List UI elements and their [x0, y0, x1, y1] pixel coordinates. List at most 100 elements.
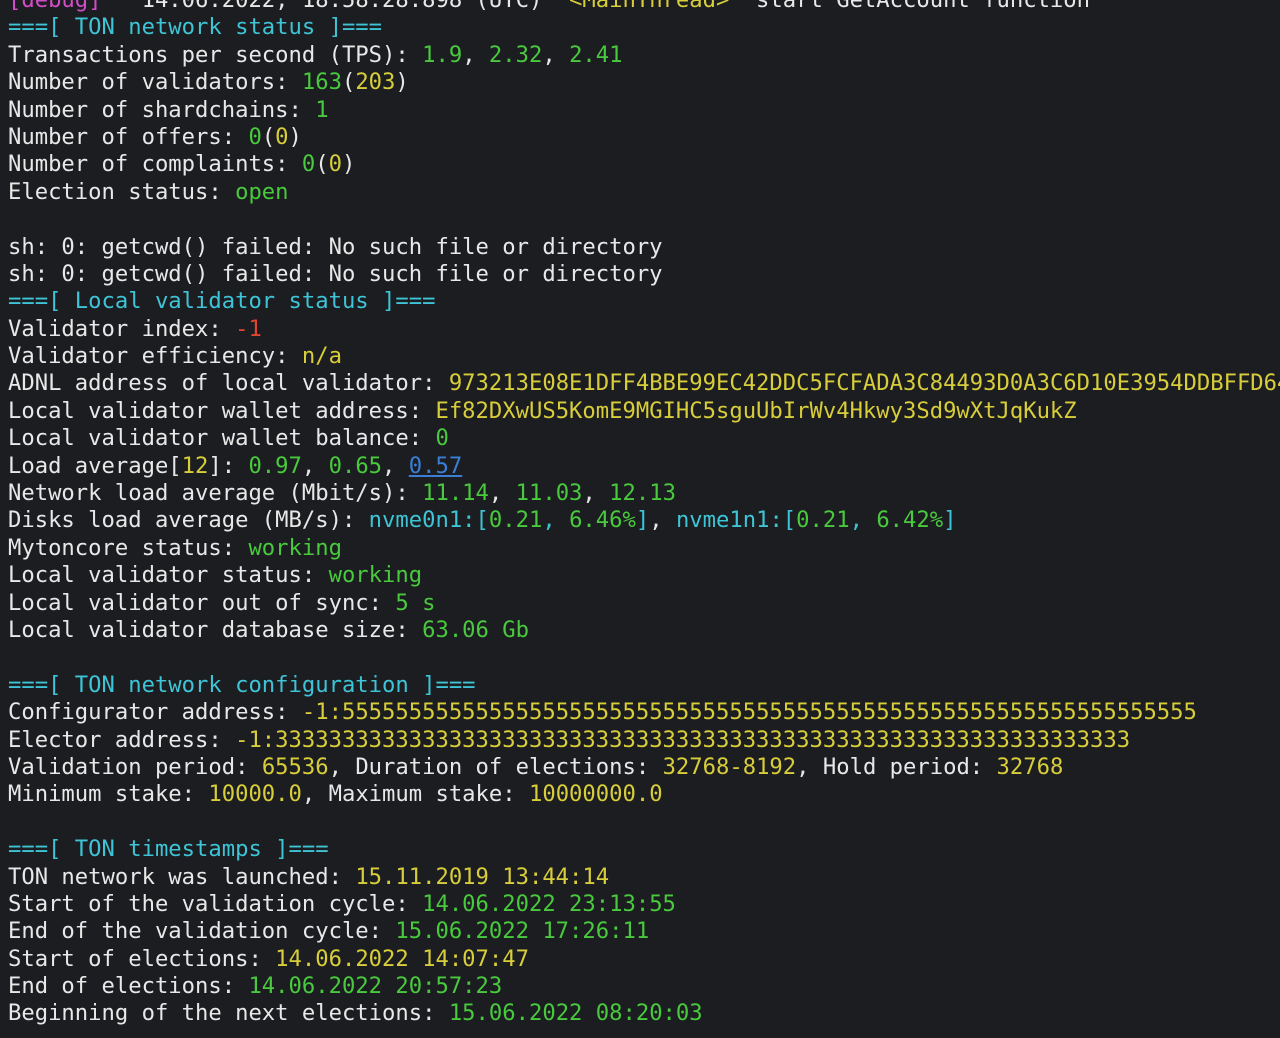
terminal-line: ===[ TON network status ]===	[8, 14, 1280, 41]
terminal-line: Local validator wallet balance: 0	[8, 425, 1280, 452]
terminal-line: Local validator wallet address: Ef82DXwU…	[8, 398, 1280, 425]
terminal-line: Load average[12]: 0.97, 0.65, 0.57	[8, 453, 1280, 480]
terminal-text: 5 s	[395, 589, 436, 616]
terminal-line: Number of shardchains: 1	[8, 97, 1280, 124]
terminal-text: -1:3333333333333333333333333333333333333…	[235, 726, 1131, 753]
terminal-text: Local validator out of sync:	[8, 589, 396, 616]
terminal-line: End of the validation cycle: 15.06.2022 …	[8, 918, 1280, 945]
terminal-text: End of the validation cycle:	[8, 918, 396, 945]
terminal-text: (	[261, 123, 276, 150]
terminal-text: 2.41	[569, 41, 623, 68]
terminal-line: [debug] 14.06.2022, 18:58:28.898 (UTC) <…	[8, 0, 1280, 14]
terminal-text: Local validator wallet address:	[8, 397, 436, 424]
terminal-line: ===[ TON timestamps ]===	[8, 836, 1280, 863]
terminal-text: -1	[235, 315, 262, 342]
terminal-text: Election status:	[8, 178, 236, 205]
terminal-text: nvme1n1:[	[675, 507, 797, 534]
terminal-text: 15.06.2022 17:26:11	[395, 918, 650, 945]
terminal-text: ===[ TON timestamps ]===	[8, 836, 329, 863]
terminal-text: 0.97	[248, 452, 302, 479]
terminal-text: [debug]	[8, 0, 102, 13]
terminal-text: working	[248, 534, 342, 561]
terminal-line: ===[ TON network configuration ]===	[8, 672, 1280, 699]
terminal-text: n/a	[301, 343, 342, 370]
terminal-output: [debug] 14.06.2022, 18:58:28.898 (UTC) <…	[8, 0, 1280, 1028]
terminal-text: Validation period:	[8, 753, 262, 780]
terminal-text: )	[341, 151, 356, 178]
terminal-text: 15.11.2019 13:44:14	[355, 863, 610, 890]
terminal-text: Validator index:	[8, 315, 236, 342]
terminal-text: 1	[315, 96, 329, 123]
terminal-text[interactable]: 0.57	[409, 453, 462, 479]
terminal-line: Number of validators: 163(203)	[8, 69, 1280, 96]
terminal-text: Load average[	[8, 452, 182, 479]
terminal-text: 0.21	[796, 507, 850, 534]
terminal-text: 973213E08E1DFF4BBE99EC42DDC5FCFADA3C8449…	[448, 370, 1280, 397]
terminal-text: ,	[649, 507, 676, 534]
terminal-text: <MainThread>	[569, 0, 730, 13]
terminal-text: open	[235, 178, 289, 205]
terminal-line: Elector address: -1:33333333333333333333…	[8, 727, 1280, 754]
terminal-text: Start of elections:	[8, 945, 276, 972]
terminal-text: ,	[382, 452, 409, 479]
terminal-text: 11.03	[515, 480, 583, 507]
terminal-text: 10000000.0	[528, 781, 663, 808]
terminal-text: -1:5555555555555555555555555555555555555…	[301, 699, 1197, 726]
terminal-line: ADNL address of local validator: 973213E…	[8, 370, 1280, 397]
terminal-line: Election status: open	[8, 179, 1280, 206]
terminal-text: , Maximum stake:	[301, 781, 529, 808]
terminal-text: 14.06.2022 14:07:47	[275, 945, 529, 972]
terminal-text: 14.06.2022, 18:58:28.898 (UTC)	[101, 0, 570, 13]
terminal-line: TON network was launched: 15.11.2019 13:…	[8, 864, 1280, 891]
terminal-text: Network load average (Mbit/s):	[8, 480, 423, 507]
terminal-line: ===[ Local validator status ]===	[8, 288, 1280, 315]
terminal-text: 0.65	[328, 452, 383, 479]
terminal-line: Mytoncore status: working	[8, 535, 1280, 562]
terminal-text: 0	[275, 123, 289, 150]
terminal-text: working	[328, 562, 423, 589]
terminal-text: Number of validators:	[8, 69, 302, 96]
terminal-text: , Hold period:	[796, 753, 997, 780]
terminal-text: 12.13	[609, 480, 676, 507]
terminal-text: sh: 0: getcwd() failed: No such file or …	[8, 260, 663, 287]
terminal-line: Validator index: -1	[8, 316, 1280, 343]
terminal-text: Number of complaints:	[8, 151, 302, 178]
terminal-text: 203	[355, 69, 396, 96]
terminal-text: Beginning of the next elections:	[8, 1000, 449, 1027]
terminal-line: Network load average (Mbit/s): 11.14, 11…	[8, 480, 1280, 507]
terminal-text: 0	[435, 425, 449, 452]
terminal-text: ,	[542, 507, 570, 534]
terminal-text: Number of shardchains:	[8, 96, 316, 123]
terminal-text: , Duration of elections:	[328, 753, 663, 780]
terminal-text: 2.32	[488, 41, 543, 68]
terminal-text: 1.9	[422, 41, 463, 68]
terminal-text: 12	[181, 452, 209, 479]
terminal-line: Start of the validation cycle: 14.06.202…	[8, 891, 1280, 918]
terminal-text: 11.14	[422, 480, 489, 507]
terminal-line: Disks load average (MB/s): nvme0n1:[0.21…	[8, 507, 1280, 534]
terminal-text: ,	[488, 480, 516, 507]
terminal-text: End of elections:	[8, 973, 249, 1000]
terminal-text: Configurator address:	[8, 699, 302, 726]
terminal-text: )	[288, 123, 302, 150]
terminal-text: )	[395, 69, 409, 96]
terminal-line: sh: 0: getcwd() failed: No such file or …	[8, 261, 1280, 288]
terminal-text: nvme0n1:[	[368, 507, 489, 534]
terminal-text: ,	[582, 480, 610, 507]
terminal-line: End of elections: 14.06.2022 20:57:23	[8, 973, 1280, 1000]
terminal-text: ===[ TON network configuration ]===	[8, 671, 476, 698]
terminal-text: ]:	[208, 452, 249, 479]
terminal-text: 10000.0	[208, 781, 302, 808]
terminal-text: Local validator wallet balance:	[8, 425, 436, 452]
terminal-text: Local validator status:	[8, 562, 329, 589]
terminal-text: ===[ Local validator status ]===	[8, 288, 436, 315]
terminal-text: Local validator database size:	[8, 616, 423, 643]
terminal-line: Validator efficiency: n/a	[8, 343, 1280, 370]
terminal-text: Elector address:	[8, 726, 236, 753]
terminal-line: Beginning of the next elections: 15.06.2…	[8, 1000, 1280, 1027]
terminal-line: Local validator out of sync: 5 s	[8, 590, 1280, 617]
terminal-text: ,	[462, 41, 489, 68]
terminal-text: 6.42%	[876, 507, 944, 534]
